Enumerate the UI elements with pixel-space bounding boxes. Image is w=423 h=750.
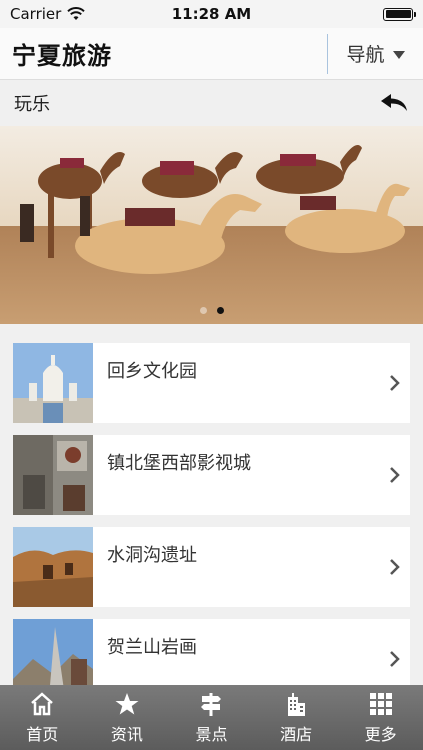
building-icon xyxy=(288,692,306,716)
status-left: Carrier xyxy=(10,5,86,23)
banner-image xyxy=(0,126,423,324)
signpost-icon xyxy=(201,692,222,716)
chevron-right-icon xyxy=(380,343,410,423)
tab-label: 更多 xyxy=(364,724,397,744)
thumbnail-image xyxy=(13,343,93,423)
list-item[interactable]: 水洞沟遗址 xyxy=(13,527,410,607)
chevron-right-icon xyxy=(380,527,410,607)
thumbnail-image xyxy=(13,527,93,607)
bottom-tab-bar: 首页 资讯 景点 酒店 更多 xyxy=(0,685,423,750)
attraction-list: 回乡文化园 镇北堡西部影视城 水洞沟遗址 贺兰山岩画 xyxy=(13,343,410,711)
tab-attractions[interactable]: 景点 xyxy=(169,685,254,750)
thumbnail-image xyxy=(13,435,93,515)
tab-label: 景点 xyxy=(195,724,228,744)
battery-icon xyxy=(383,7,416,21)
section-bar: 玩乐 xyxy=(0,80,423,126)
nav-menu-label: 导航 xyxy=(346,44,385,66)
home-icon xyxy=(31,691,54,715)
tab-label: 首页 xyxy=(26,724,59,744)
caret-down-icon xyxy=(392,50,405,59)
list-item-title: 镇北堡西部影视城 xyxy=(107,453,251,474)
chevron-right-icon xyxy=(380,435,410,515)
wifi-icon xyxy=(67,7,86,20)
grid-icon xyxy=(369,692,392,715)
carousel-dot-active[interactable] xyxy=(216,307,224,314)
tab-news[interactable]: 资讯 xyxy=(85,685,170,750)
list-item[interactable]: 回乡文化园 xyxy=(13,343,410,423)
back-arrow-icon[interactable] xyxy=(379,92,409,114)
list-item[interactable]: 镇北堡西部影视城 xyxy=(13,435,410,515)
list-item-title: 回乡文化园 xyxy=(107,361,197,382)
star-icon xyxy=(115,692,139,714)
carrier-label: Carrier xyxy=(10,5,62,23)
banner-carousel[interactable] xyxy=(0,126,423,324)
section-title: 玩乐 xyxy=(14,94,50,115)
tab-label: 资讯 xyxy=(110,724,143,744)
app-logo: 宁夏旅游 xyxy=(12,41,112,70)
tab-hotels[interactable]: 酒店 xyxy=(254,685,339,750)
carousel-indicator xyxy=(0,307,423,314)
app-header: 宁夏旅游 导航 xyxy=(0,28,423,80)
tab-more[interactable]: 更多 xyxy=(338,685,423,750)
status-bar: Carrier 11:28 AM xyxy=(0,0,423,28)
nav-menu-button[interactable]: 导航 xyxy=(328,28,423,80)
tab-home[interactable]: 首页 xyxy=(0,685,85,750)
carousel-dot[interactable] xyxy=(199,307,207,314)
tab-label: 酒店 xyxy=(280,724,313,744)
list-item-title: 水洞沟遗址 xyxy=(107,545,197,566)
